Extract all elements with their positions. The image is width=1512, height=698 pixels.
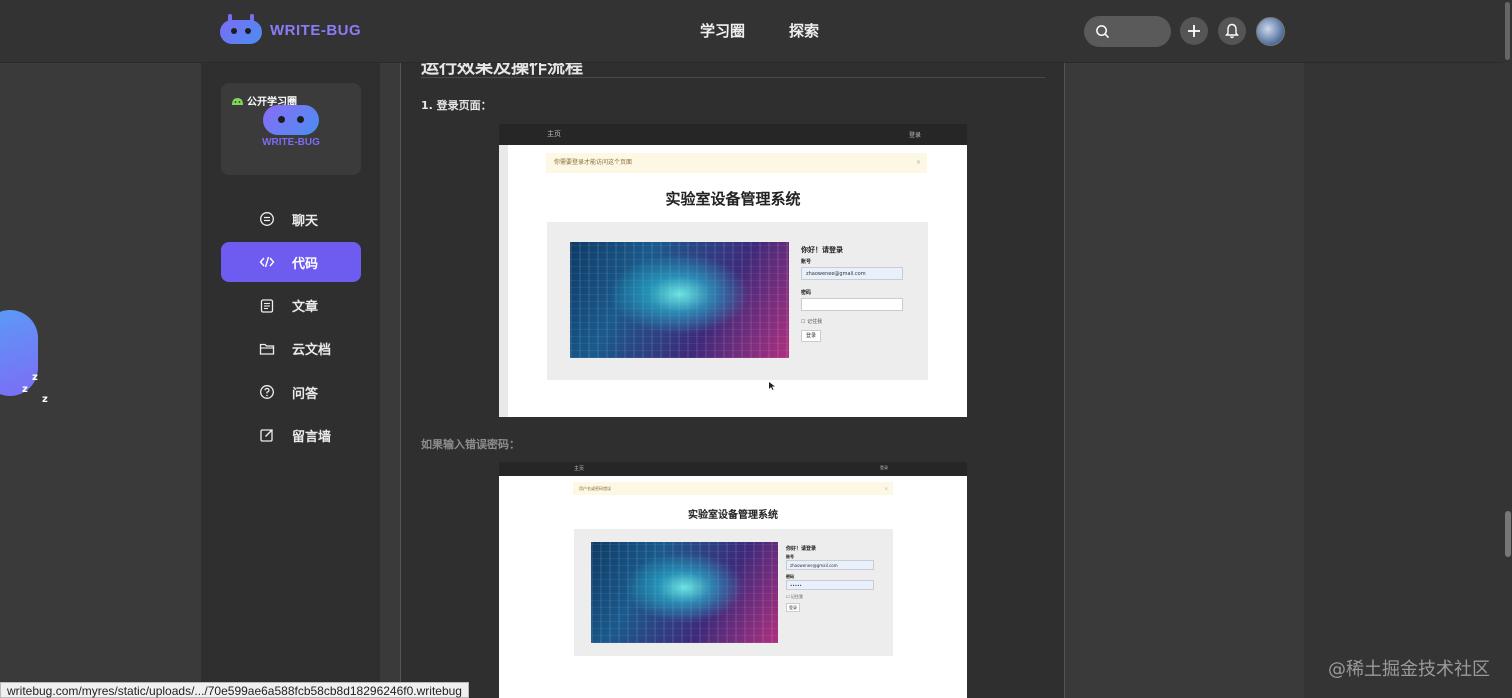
- alert-text: 你需要登录才能访问这个页面: [554, 159, 633, 166]
- sidebar-item-qa[interactable]: 问答: [221, 372, 361, 412]
- screenshot-nav-home: 主页: [574, 466, 585, 472]
- login-panel: 你好！请登录 账号 zhaowenee@gmail.com 密码 ☐ 记住我 登…: [547, 222, 928, 380]
- android-icon: [232, 97, 243, 105]
- circuit-board-image: [591, 542, 778, 643]
- wrong-password-screenshot[interactable]: 主页 登录 用户名或密码错误 × 实验室设备管理系统 你好！请登录 账号 zha…: [499, 462, 967, 698]
- sidebar-item-article[interactable]: 文章: [221, 286, 361, 326]
- circuit-board-image: [570, 242, 789, 358]
- remember-me-checkbox[interactable]: ☐ 记住我: [801, 318, 822, 325]
- step-wrong-password-label: 如果输入错误密码：: [421, 438, 520, 451]
- screenshot-navbar: 主页 登录: [499, 462, 967, 476]
- screenshot-alert: 用户名或密码错误 ×: [573, 482, 893, 495]
- sidebar-item-label: 代码: [292, 256, 319, 272]
- account-field[interactable]: zhaowenee@gmail.com: [801, 267, 903, 280]
- alert-text: 用户名或密码错误: [579, 486, 611, 491]
- sidebar-item-label: 文章: [292, 300, 319, 316]
- right-margin: [1304, 63, 1512, 698]
- password-field[interactable]: •••••: [786, 580, 874, 590]
- sidebar-item-code[interactable]: 代码: [221, 242, 361, 283]
- screenshot-navbar: 主页 登录: [499, 124, 967, 145]
- group-robot-icon: [263, 97, 319, 137]
- question-icon: [260, 385, 274, 400]
- group-card[interactable]: 公开学习圈 WRITE-BUG: [221, 83, 361, 175]
- notifications-button[interactable]: [1218, 17, 1246, 45]
- screenshot-alert: 你需要登录才能访问这个页面 ×: [546, 153, 927, 173]
- status-bar-url: writebug.com/myres/static/uploads/.../70…: [0, 682, 469, 698]
- login-button[interactable]: 登录: [801, 330, 821, 342]
- sidebar: 公开学习圈 WRITE-BUG 聊天 代码 文章 云文档 问答 留言墙: [201, 63, 380, 698]
- remember-me-checkbox[interactable]: ☐ 记住我: [786, 594, 803, 600]
- alert-close-icon: ×: [915, 159, 921, 166]
- search-input[interactable]: [1084, 16, 1171, 47]
- system-title: 实验室设备管理系统: [665, 190, 801, 208]
- mouse-cursor-icon: [769, 382, 775, 390]
- top-scrollbar: [1503, 0, 1512, 63]
- page-scrollbar[interactable]: [1504, 63, 1512, 698]
- article-content: 运行效果及操作流程 1. 登录页面： 主页 登录 你需要登录才能访问这个页面 ×…: [400, 63, 1065, 698]
- folder-icon: [259, 343, 275, 355]
- sidebar-item-message-wall[interactable]: 留言墙: [221, 415, 361, 455]
- nav-study-circle[interactable]: 学习圈: [700, 20, 745, 41]
- robot-logo-icon: [220, 14, 262, 46]
- login-greeting: 你好！请登录: [801, 246, 843, 254]
- screenshot-nav-home: 主页: [547, 130, 561, 138]
- account-label: 账号: [801, 259, 812, 265]
- sidebar-item-cloud-docs[interactable]: 云文档: [221, 329, 361, 369]
- create-button[interactable]: [1180, 17, 1208, 45]
- avatar[interactable]: [1256, 17, 1285, 46]
- remember-me-label: 记住我: [807, 319, 823, 325]
- edit-icon: [260, 429, 273, 443]
- code-icon: [259, 257, 275, 268]
- watermark: @稀土掘金技术社区: [1328, 659, 1490, 680]
- floating-mascot[interactable]: z z z: [0, 308, 48, 405]
- chat-icon: [260, 212, 274, 226]
- screenshot-left-edge: [499, 145, 508, 417]
- sidebar-item-chat[interactable]: 聊天: [221, 199, 361, 239]
- alert-close-icon: ×: [884, 486, 888, 491]
- plus-icon: [1188, 25, 1200, 37]
- search-icon: [1096, 25, 1110, 39]
- top-bar: WRITE-BUG 学习圈 探索: [0, 0, 1512, 63]
- login-greeting: 你好！请登录: [786, 546, 817, 552]
- right-panel: [1065, 63, 1305, 698]
- password-field[interactable]: [801, 298, 903, 311]
- remember-me-label: 记住我: [790, 594, 803, 599]
- step-login-label: 1. 登录页面：: [421, 99, 492, 112]
- login-button[interactable]: 登录: [786, 603, 800, 612]
- section-divider: [421, 77, 1045, 78]
- account-field[interactable]: zhaowenee@gmail.com: [786, 560, 874, 570]
- sleep-z: z: [22, 384, 28, 395]
- login-panel: 你好！请登录 账号 zhaowenee@gmail.com 密码 ••••• ☐…: [574, 529, 893, 656]
- login-page-screenshot[interactable]: 主页 登录 你需要登录才能访问这个页面 × 实验室设备管理系统 你好！请登录 账…: [499, 124, 967, 417]
- main-nav: 学习圈 探索: [700, 20, 819, 41]
- article-icon: [260, 298, 274, 313]
- sidebar-item-label: 留言墙: [292, 429, 332, 445]
- sleep-z: z: [42, 394, 48, 405]
- logo-text: WRITE-BUG: [270, 21, 362, 39]
- sidebar-item-label: 问答: [292, 386, 319, 402]
- sidebar-item-label: 聊天: [292, 213, 319, 229]
- screenshot-nav-login: 登录: [880, 465, 888, 470]
- scrollbar-thumb[interactable]: [1505, 511, 1511, 557]
- sidebar-menu: 聊天 代码 文章 云文档 问答 留言墙: [221, 199, 361, 459]
- bell-icon: [1225, 23, 1239, 39]
- sidebar-item-label: 云文档: [292, 343, 332, 359]
- group-name: WRITE-BUG: [262, 137, 320, 148]
- password-label: 密码: [801, 290, 812, 296]
- mascot-body-icon: [0, 310, 38, 396]
- nav-explore[interactable]: 探索: [789, 20, 819, 41]
- site-logo[interactable]: WRITE-BUG: [220, 14, 361, 46]
- sleep-z: z: [32, 372, 38, 383]
- system-title: 实验室设备管理系统: [688, 510, 778, 521]
- screenshot-nav-login: 登录: [909, 132, 922, 139]
